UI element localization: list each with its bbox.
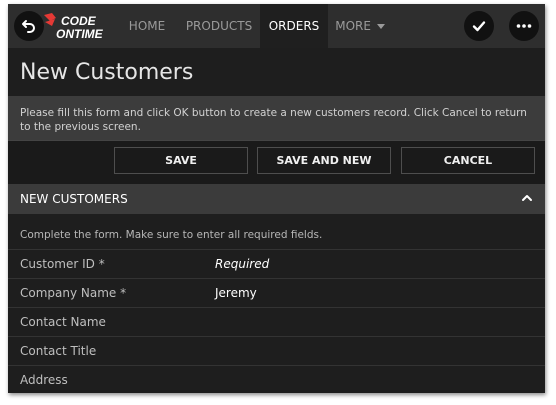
field-row-address[interactable]: Address xyxy=(8,365,545,393)
logo-text-bottom: ONTIME xyxy=(56,27,104,41)
ellipsis-icon xyxy=(516,24,532,28)
field-label: Company Name * xyxy=(20,286,127,300)
page-description: Please fill this form and click OK butto… xyxy=(8,96,545,140)
field-label: Contact Name xyxy=(20,315,106,329)
code-on-time-logo[interactable]: CODE ONTIME xyxy=(42,11,112,43)
field-row-customer-id[interactable]: Customer ID * Required xyxy=(8,249,545,279)
field-row-contact-title[interactable]: Contact Title xyxy=(8,336,545,366)
field-label: Customer ID * xyxy=(20,257,105,271)
menu-item-more[interactable]: MORE xyxy=(330,4,390,48)
chevron-up-icon[interactable] xyxy=(521,192,533,204)
page-title: New Customers xyxy=(20,60,194,85)
top-nav-bar: CODE ONTIME HOME PRODUCTS ORDERS MORE xyxy=(8,4,545,48)
customer-id-field[interactable]: Required xyxy=(215,257,269,271)
app-window: CODE ONTIME HOME PRODUCTS ORDERS MORE Ne… xyxy=(8,4,545,393)
section-title: NEW CUSTOMERS xyxy=(20,192,128,206)
field-row-contact-name[interactable]: Contact Name xyxy=(8,307,545,337)
field-label: Contact Title xyxy=(20,344,97,358)
cancel-button[interactable]: CANCEL xyxy=(401,147,535,174)
more-options-button[interactable] xyxy=(509,11,539,41)
action-button-bar: SAVE SAVE AND NEW CANCEL xyxy=(8,140,545,185)
back-arrow-icon xyxy=(22,20,35,33)
menu-item-home[interactable]: HOME xyxy=(119,4,175,48)
caret-down-icon xyxy=(376,23,385,29)
section-description: Complete the form. Make sure to enter al… xyxy=(20,229,323,241)
menu-item-products[interactable]: PRODUCTS xyxy=(178,4,260,48)
checkmark-icon xyxy=(472,21,486,32)
section-header[interactable]: NEW CUSTOMERS xyxy=(8,184,545,214)
company-name-field[interactable]: Jeremy xyxy=(215,286,257,300)
save-and-new-button[interactable]: SAVE AND NEW xyxy=(257,147,391,174)
menu-item-orders[interactable]: ORDERS xyxy=(260,4,328,48)
field-row-company-name[interactable]: Company Name * Jeremy xyxy=(8,278,545,308)
checkmark-button[interactable] xyxy=(464,11,494,41)
save-button[interactable]: SAVE xyxy=(114,147,248,174)
logo-text-top: CODE xyxy=(61,14,97,28)
menu-item-more-label: MORE xyxy=(335,19,371,33)
field-label: Address xyxy=(20,373,68,387)
back-button[interactable] xyxy=(14,11,44,41)
